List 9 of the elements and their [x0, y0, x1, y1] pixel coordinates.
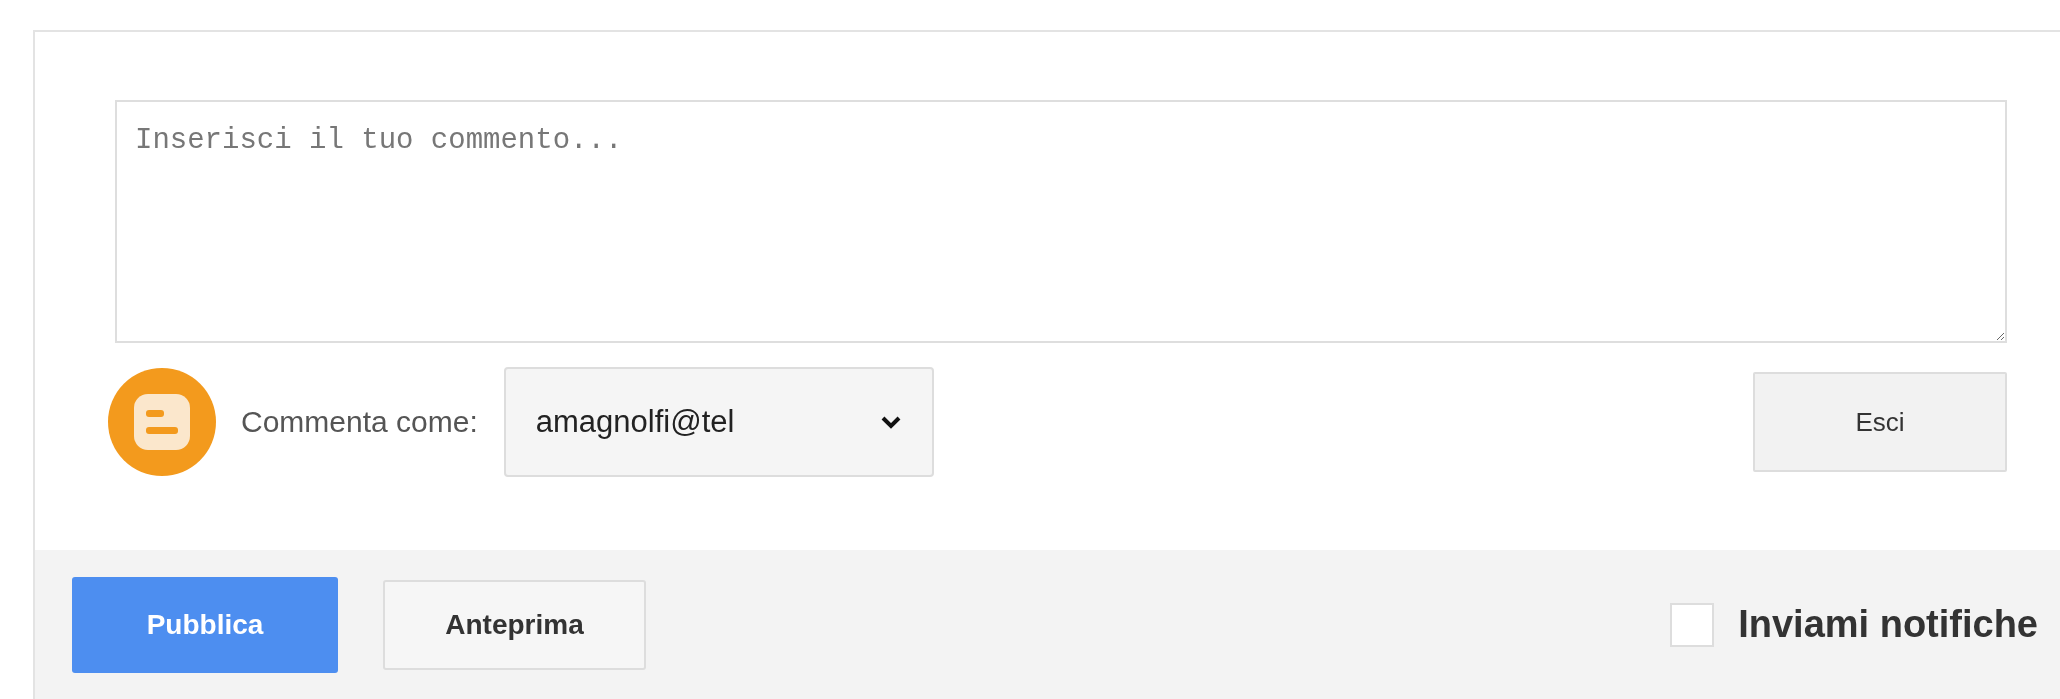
- comment-field[interactable]: Inserisci il tuo commento...: [115, 100, 2007, 343]
- account-select[interactable]: amagnolfi@tel: [503, 367, 934, 477]
- chevron-down-icon: [879, 415, 902, 429]
- comment-as-label: Commenta come:: [241, 405, 478, 439]
- notify-checkbox[interactable]: [1670, 602, 1715, 647]
- sign-out-button[interactable]: Esci: [1753, 372, 2007, 472]
- blog-logo-icon: [108, 368, 216, 476]
- notify-label: Inviami notifiche: [1738, 603, 2038, 646]
- preview-button[interactable]: Anteprima: [383, 579, 646, 670]
